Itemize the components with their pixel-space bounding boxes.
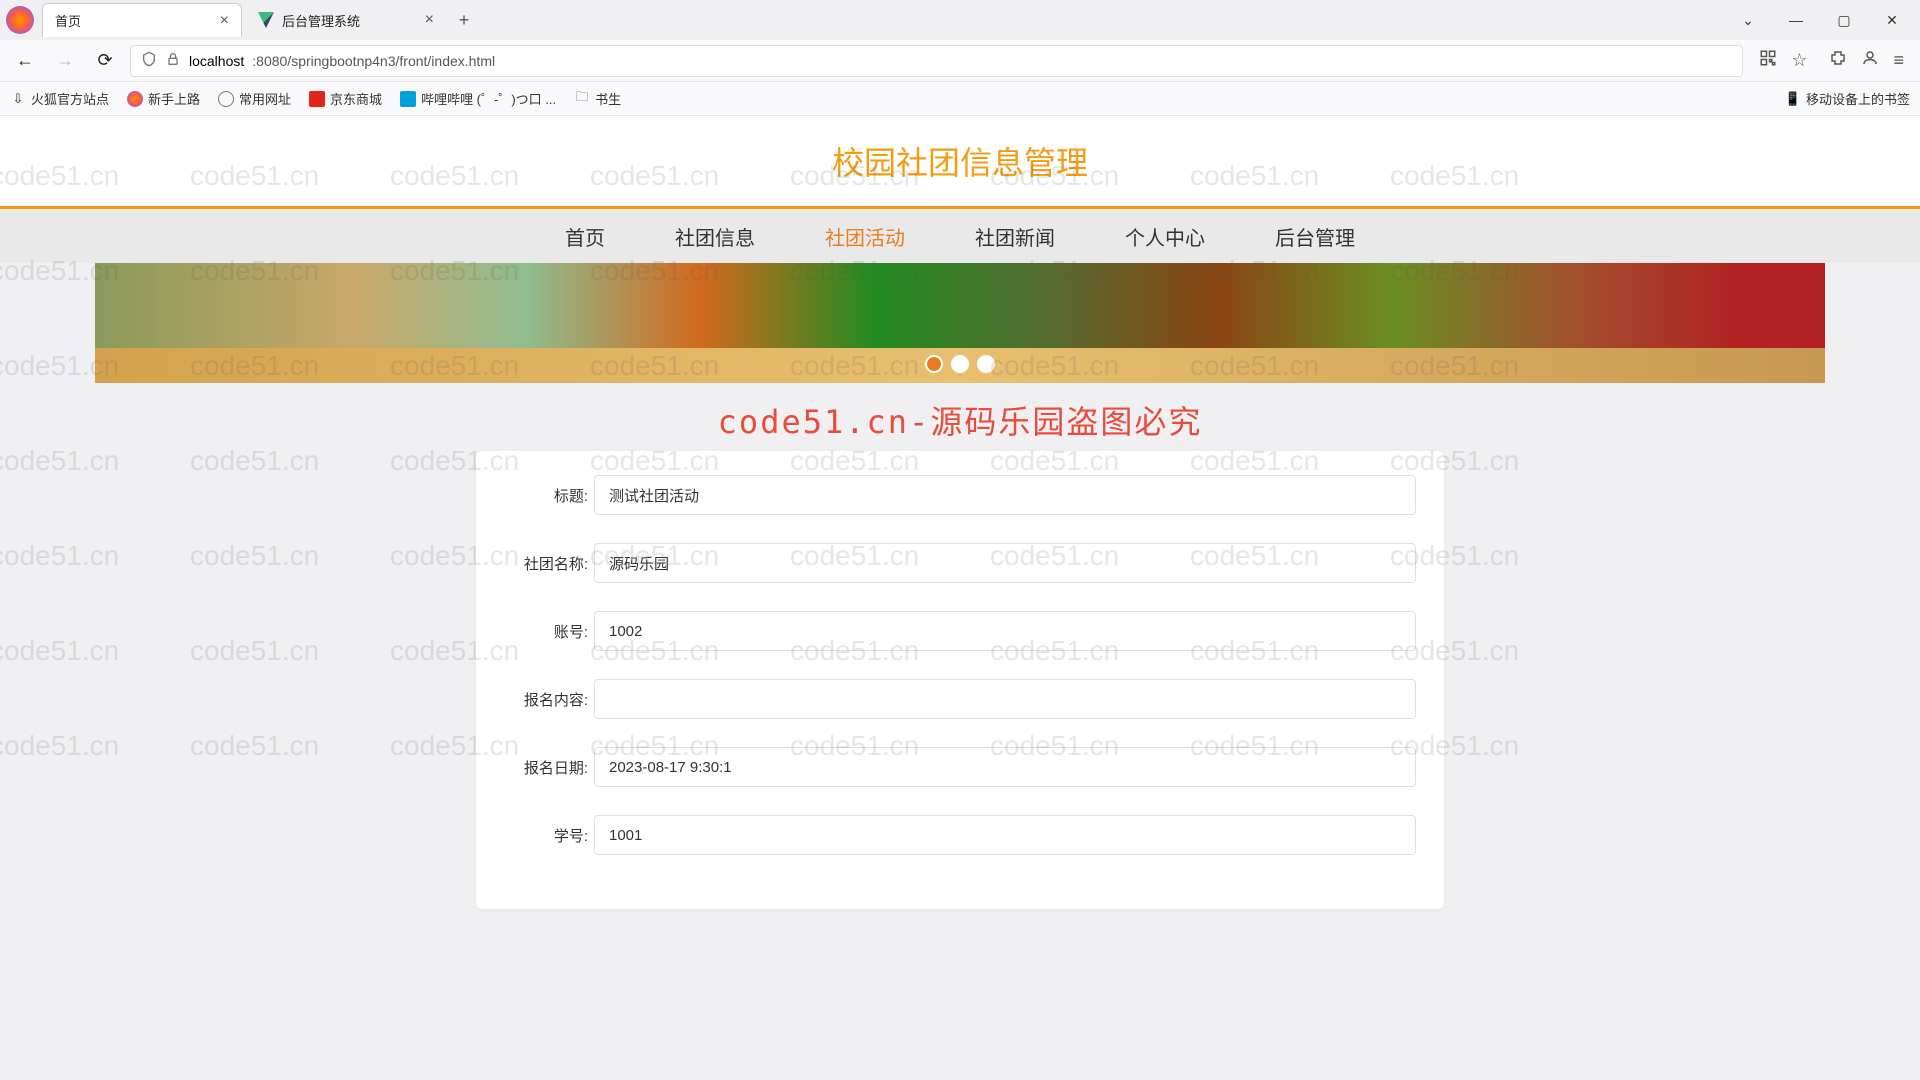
- bookmark-label: 常用网址: [239, 89, 291, 108]
- browser-chrome: 首页 × 后台管理系统 × + ⌄ — ▢ ✕ ← → ⟳ localhost:…: [0, 0, 1920, 116]
- mobile-icon: 📱: [1785, 91, 1801, 107]
- bookmark-label: 京东商城: [330, 89, 382, 108]
- site-title: 校园社团信息管理: [832, 138, 1088, 184]
- back-button[interactable]: ←: [10, 46, 40, 76]
- label-title: 标题:: [504, 485, 594, 506]
- toolbar-actions: ≡: [1823, 49, 1910, 72]
- banner-carousel: [95, 263, 1825, 383]
- url-host: localhost: [189, 53, 244, 69]
- bookmark-star-icon[interactable]: ☆: [1791, 50, 1807, 71]
- label-signup-date: 报名日期:: [504, 757, 594, 778]
- tab-list-button[interactable]: ⌄: [1728, 5, 1768, 35]
- bookmark-label: 新手上路: [148, 89, 200, 108]
- form-row-signup-content: 报名内容:: [476, 665, 1444, 733]
- nav-club-activity[interactable]: 社团活动: [825, 222, 905, 251]
- nav-club-news[interactable]: 社团新闻: [975, 222, 1055, 251]
- carousel-dot-1[interactable]: [925, 355, 943, 373]
- label-signup-content: 报名内容:: [504, 689, 594, 710]
- vue-icon: [258, 12, 274, 28]
- bilibili-icon: [400, 91, 416, 107]
- close-icon[interactable]: ×: [220, 12, 229, 30]
- tab-admin[interactable]: 后台管理系统 ×: [246, 3, 446, 37]
- addr-actions: ☆: [1753, 49, 1813, 72]
- minimize-button[interactable]: —: [1776, 5, 1816, 35]
- bookmark-bilibili[interactable]: 哔哩哔哩 (゜-゜)つ口 ...: [400, 89, 556, 108]
- qr-icon[interactable]: [1759, 49, 1777, 72]
- nav-user-center[interactable]: 个人中心: [1125, 222, 1205, 251]
- close-icon[interactable]: ×: [425, 11, 434, 29]
- bookmarks-bar: ⇩ 火狐官方站点 新手上路 常用网址 京东商城 哔哩哔哩 (゜-゜)つ口 ...…: [0, 82, 1920, 116]
- shield-icon: [141, 51, 157, 70]
- url-path: :8080/springbootnp4n3/front/index.html: [252, 53, 495, 69]
- bookmark-folder-shusheng[interactable]: 🗀 书生: [574, 89, 621, 108]
- url-input[interactable]: localhost :8080/springbootnp4n3/front/ind…: [130, 45, 1743, 77]
- firefox-icon: [6, 6, 34, 34]
- globe-icon: [218, 91, 234, 107]
- page-viewport[interactable]: 校园社团信息管理 首页 社团信息 社团活动 社团新闻 个人中心 后台管理 cod…: [0, 116, 1920, 1080]
- forward-button[interactable]: →: [50, 46, 80, 76]
- bookmark-label: 书生: [595, 89, 621, 108]
- bookmark-mobile[interactable]: 📱 移动设备上的书签: [1785, 89, 1910, 108]
- close-button[interactable]: ✕: [1872, 5, 1912, 35]
- bookmark-firefox-official[interactable]: ⇩ 火狐官方站点: [10, 89, 109, 108]
- watermark-notice: code51.cn-源码乐园盗图必究: [0, 383, 1920, 451]
- window-controls: ⌄ — ▢ ✕: [1728, 5, 1920, 35]
- carousel-dot-3[interactable]: [977, 355, 995, 373]
- carousel-dot-2[interactable]: [951, 355, 969, 373]
- jd-icon: [309, 91, 325, 107]
- input-signup-content[interactable]: [594, 679, 1416, 719]
- input-account[interactable]: [594, 611, 1416, 651]
- input-club-name[interactable]: [594, 543, 1416, 583]
- bookmark-label: 移动设备上的书签: [1806, 89, 1910, 108]
- input-title[interactable]: [594, 475, 1416, 515]
- input-student-id[interactable]: [594, 815, 1416, 855]
- label-student-id: 学号:: [504, 825, 594, 846]
- extension-icon[interactable]: [1829, 49, 1847, 72]
- form-row-title: 标题:: [476, 461, 1444, 529]
- bookmark-common-sites[interactable]: 常用网址: [218, 89, 291, 108]
- nav-menu: 首页 社团信息 社团活动 社团新闻 个人中心 后台管理: [0, 209, 1920, 263]
- activity-form: 标题: 社团名称: 账号: 报名内容: 报名日期: 学号:: [476, 451, 1444, 909]
- site-header: 校园社团信息管理: [0, 116, 1920, 206]
- account-icon[interactable]: [1861, 49, 1879, 72]
- form-row-club-name: 社团名称:: [476, 529, 1444, 597]
- lock-icon: [165, 51, 181, 70]
- nav-club-info[interactable]: 社团信息: [675, 222, 755, 251]
- firefox-icon: [127, 91, 143, 107]
- bookmark-label: 火狐官方站点: [31, 89, 109, 108]
- address-bar: ← → ⟳ localhost :8080/springbootnp4n3/fro…: [0, 40, 1920, 82]
- form-row-signup-date: 报名日期:: [476, 733, 1444, 801]
- bookmark-label: 哔哩哔哩 (゜-゜)つ口 ...: [421, 89, 556, 108]
- form-row-student-id: 学号:: [476, 801, 1444, 869]
- label-account: 账号:: [504, 621, 594, 642]
- bookmark-jd[interactable]: 京东商城: [309, 89, 382, 108]
- import-icon: ⇩: [10, 91, 26, 107]
- input-signup-date[interactable]: [594, 747, 1416, 787]
- tab-strip: 首页 × 后台管理系统 × + ⌄ — ▢ ✕: [0, 0, 1920, 40]
- carousel-dots: [925, 355, 995, 373]
- tab-home[interactable]: 首页 ×: [42, 3, 242, 37]
- new-tab-button[interactable]: +: [450, 6, 478, 34]
- reload-button[interactable]: ⟳: [90, 46, 120, 76]
- tab-label: 首页: [55, 11, 81, 30]
- menu-icon[interactable]: ≡: [1893, 50, 1904, 71]
- label-club-name: 社团名称:: [504, 553, 594, 574]
- folder-icon: 🗀: [574, 91, 590, 107]
- bookmark-getting-started[interactable]: 新手上路: [127, 89, 200, 108]
- nav-admin[interactable]: 后台管理: [1275, 222, 1355, 251]
- form-row-account: 账号:: [476, 597, 1444, 665]
- maximize-button[interactable]: ▢: [1824, 5, 1864, 35]
- nav-home[interactable]: 首页: [565, 222, 605, 251]
- tab-label: 后台管理系统: [282, 11, 360, 30]
